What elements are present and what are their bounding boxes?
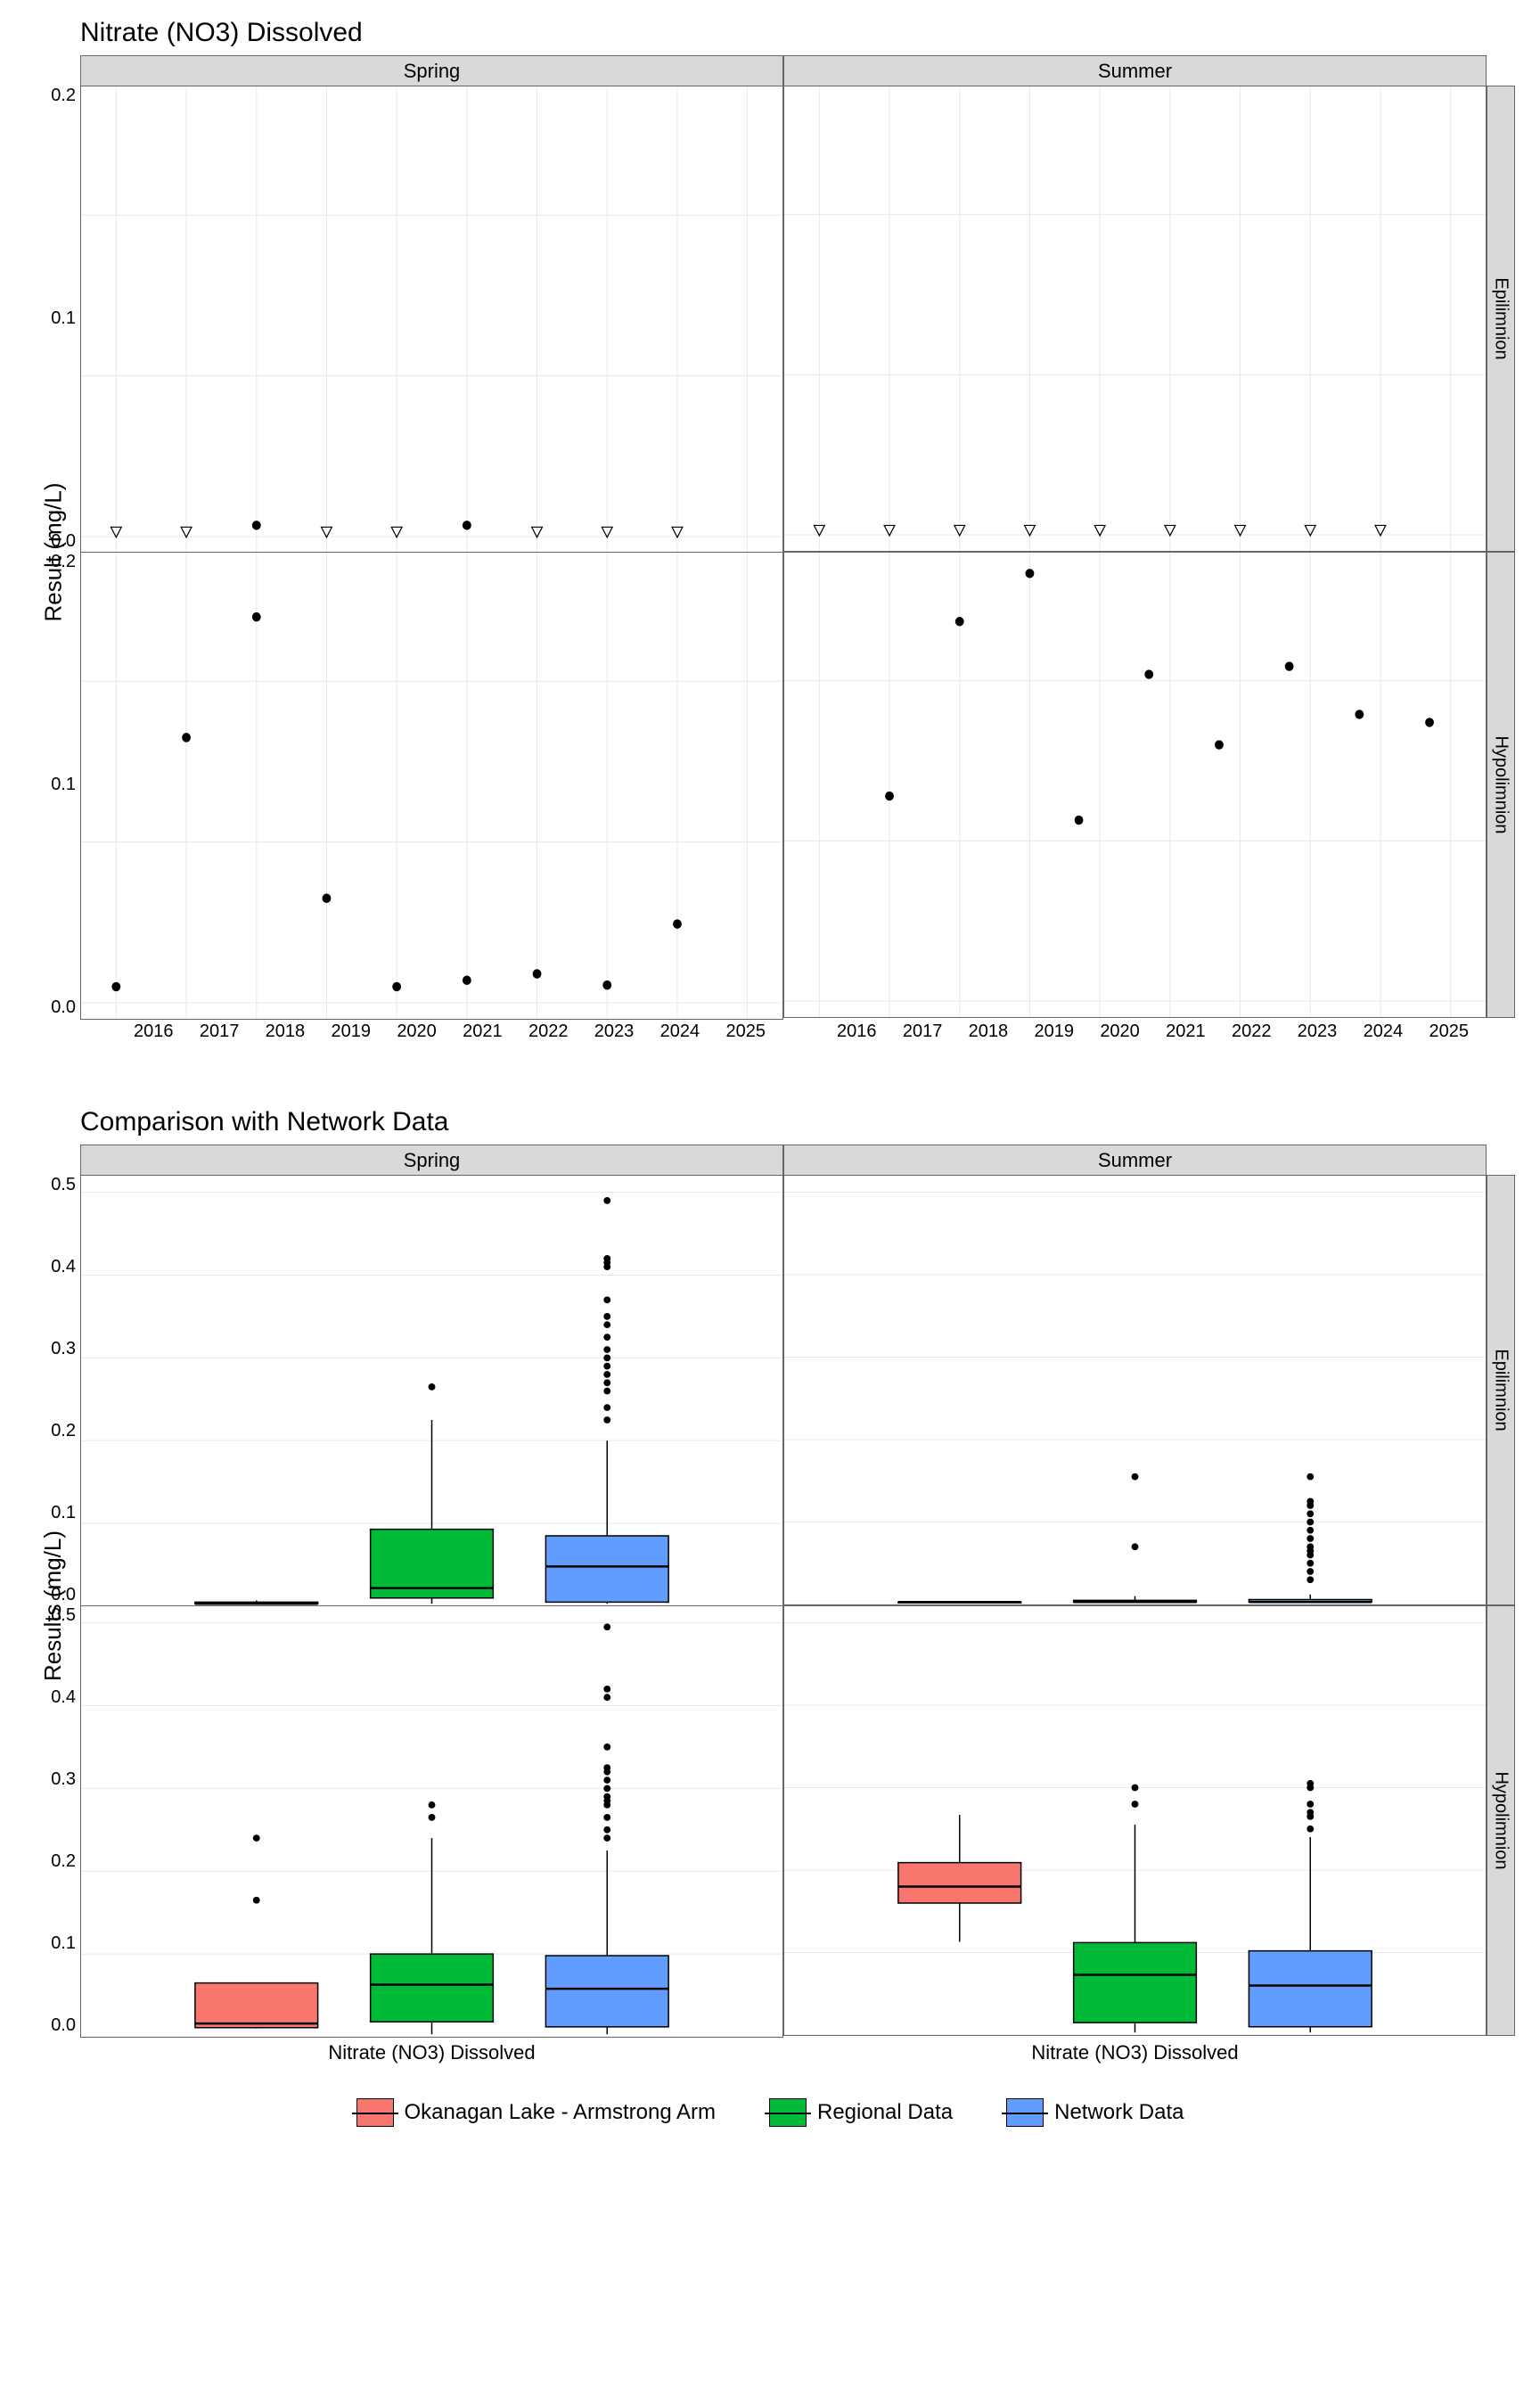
panel-summer-hypo (783, 552, 1487, 1018)
chart1-title: Nitrate (NO3) Dissolved (80, 18, 1513, 48)
xcat-spring: Nitrate (NO3) Dissolved (80, 2036, 783, 2072)
chart1-yaxis: Result (mg/L) (27, 86, 80, 1018)
xcat-summer: Nitrate (NO3) Dissolved (783, 2036, 1487, 2072)
chart1-grid: Spring Summer Result (mg/L) 0.20.10.0 Ep… (27, 55, 1513, 1054)
strip-spring: Spring (80, 55, 783, 87)
boxpanel-summer-epi (783, 1175, 1487, 1605)
strip2-hypo: Hypolimnion (1487, 1605, 1515, 2036)
panel-spring-hypo (80, 552, 783, 1020)
legend: Okanagan Lake - Armstrong Arm Regional D… (27, 2098, 1513, 2127)
legend-key-network (1006, 2098, 1044, 2127)
legend-key-regional (769, 2098, 807, 2127)
legend-item-okanagan: Okanagan Lake - Armstrong Arm (356, 2098, 717, 2127)
strip-epi: Epilimnion (1487, 86, 1515, 552)
strip2-epi: Epilimnion (1487, 1175, 1515, 1605)
strip-summer: Summer (783, 55, 1487, 87)
legend-key-okanagan (356, 2098, 394, 2127)
strip2-spring: Spring (80, 1145, 783, 1177)
boxpanel-spring-hypo (80, 1605, 783, 2038)
chart2-grid: Spring Summer Results (mg/L) 0.50.40.30.… (27, 1145, 1513, 2072)
boxpanel-spring-epi (80, 1175, 783, 1607)
strip-hypo: Hypolimnion (1487, 552, 1515, 1018)
panel-summer-epi (783, 86, 1487, 552)
strip2-summer: Summer (783, 1145, 1487, 1177)
chart2-yaxis: Results (mg/L) (27, 1175, 80, 2036)
chart2-title: Comparison with Network Data (80, 1107, 1513, 1137)
legend-item-regional: Regional Data (769, 2098, 953, 2127)
panel-spring-epi (80, 86, 783, 554)
boxpanel-summer-hypo (783, 1605, 1487, 2036)
legend-item-network: Network Data (1006, 2098, 1184, 2127)
